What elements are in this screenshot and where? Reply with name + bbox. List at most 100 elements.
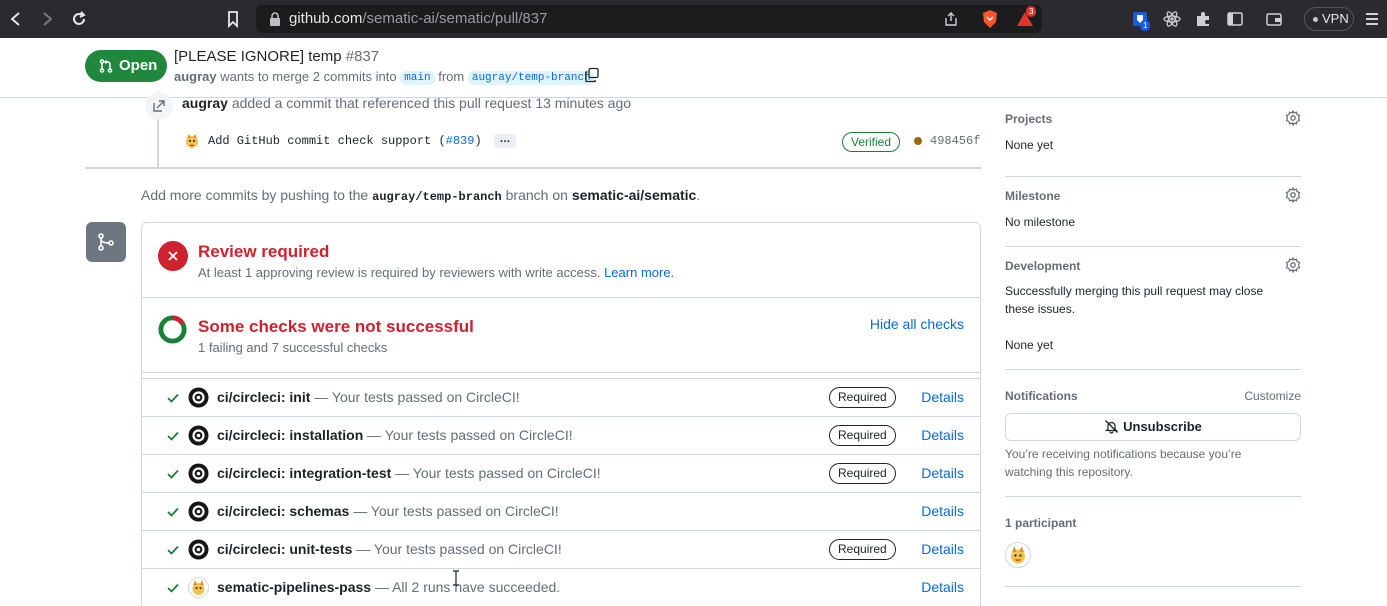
check-details-link[interactable]: Details xyxy=(921,465,964,481)
copy-icon[interactable] xyxy=(584,67,600,83)
merge-status-icon xyxy=(86,222,126,262)
check-icon xyxy=(167,431,179,441)
reload-icon[interactable] xyxy=(69,9,89,29)
check-details-link[interactable]: Details xyxy=(921,389,964,405)
forward-icon[interactable] xyxy=(37,9,57,29)
git-merge-icon xyxy=(98,233,114,251)
check-details-link[interactable]: Details xyxy=(921,427,964,443)
gear-icon[interactable] xyxy=(1285,110,1301,126)
sidebar-participants: 1 participant xyxy=(1005,497,1301,587)
url-text: github.com/sematic-ai/sematic/pull/837 xyxy=(289,10,548,27)
menu-icon[interactable] xyxy=(1362,9,1382,29)
timeline-line xyxy=(157,115,159,167)
check-row-sematic-pipelines: sematic-pipelines-pass — All 2 runs have… xyxy=(142,569,980,606)
gear-icon[interactable] xyxy=(1285,187,1301,203)
timeline-event-text: augray added a commit that referenced th… xyxy=(182,95,631,111)
base-branch-tag[interactable]: main xyxy=(400,71,435,85)
check-details-link[interactable]: Details xyxy=(921,541,964,557)
check-row-unit-tests: ci/circleci: unit-tests — Your tests pas… xyxy=(142,531,980,569)
head-branch-tag[interactable]: augray/temp-branch xyxy=(467,71,595,85)
review-required-title: Review required xyxy=(198,242,330,261)
checks-summary-section: Some checks were not successful 1 failin… xyxy=(142,298,980,373)
circleci-icon xyxy=(188,539,209,560)
check-icon xyxy=(167,507,179,517)
circleci-icon xyxy=(188,501,209,522)
learn-more-link[interactable]: Learn more. xyxy=(604,265,674,280)
check-icon xyxy=(167,583,179,593)
check-description: ci/circleci: schemas — Your tests passed… xyxy=(217,503,559,519)
back-icon[interactable] xyxy=(6,9,26,29)
required-badge: Required xyxy=(829,387,896,408)
brave-shield-icon[interactable] xyxy=(979,8,1001,30)
commit-expand-button[interactable]: … xyxy=(494,134,516,148)
notifications-note: You’re receiving notifications because y… xyxy=(1005,447,1242,479)
event-actor-link[interactable]: augray xyxy=(182,95,228,111)
bitwarden-badge: 1 xyxy=(1140,20,1151,31)
sidebar-toggle-icon[interactable] xyxy=(1225,9,1245,29)
check-row-installation: ci/circleci: installation — Your tests p… xyxy=(142,417,980,455)
commit-issue-link[interactable]: #839 xyxy=(446,134,475,148)
sidebar-development: Development Successfully merging this pu… xyxy=(1005,247,1301,370)
pr-state-label: Open xyxy=(119,57,158,74)
pr-sidebar: Projects None yet Milestone No milestone… xyxy=(1005,98,1301,606)
required-badge: Required xyxy=(829,539,896,560)
check-row-integration-test: ci/circleci: integration-test — Your tes… xyxy=(142,455,980,493)
bitwarden-icon[interactable]: 1 xyxy=(1130,9,1151,31)
browser-toolbar: github.com/sematic-ai/sematic/pull/837 3… xyxy=(0,0,1387,38)
projects-value: None yet xyxy=(1005,138,1054,152)
lock-icon xyxy=(270,12,280,26)
sidebar-projects: Projects None yet xyxy=(1005,98,1301,177)
circleci-icon xyxy=(188,425,209,446)
check-description: ci/circleci: integration-test — Your tes… xyxy=(217,465,601,481)
vpn-button[interactable]: VPN xyxy=(1304,7,1354,31)
event-description: added a commit that referenced this pull… xyxy=(231,95,632,111)
check-description: ci/circleci: unit-tests — Your tests pas… xyxy=(217,541,562,557)
participants-heading: 1 participant xyxy=(1005,516,1077,530)
milestone-heading[interactable]: Milestone xyxy=(1005,189,1060,203)
push-repo-name[interactable]: sematic-ai/sematic xyxy=(572,187,697,203)
customize-link[interactable]: Customize xyxy=(1244,389,1301,403)
required-badge: Required xyxy=(829,463,896,484)
check-row-init: ci/circleci: init — Your tests passed on… xyxy=(142,379,980,417)
check-description: ci/circleci: installation — Your tests p… xyxy=(217,427,573,443)
merge-box: Review required At least 1 approving rev… xyxy=(141,222,981,606)
commit-sha-link[interactable]: 498456f xyxy=(930,134,980,148)
bookmark-icon[interactable] xyxy=(223,9,243,29)
check-description: ci/circleci: init — Your tests passed on… xyxy=(217,389,520,405)
extensions-icon[interactable] xyxy=(1193,9,1213,29)
commit-status-dot[interactable] xyxy=(914,137,922,145)
checks-status-donut-icon xyxy=(158,315,187,344)
development-heading[interactable]: Development xyxy=(1005,259,1080,273)
check-list: ci/circleci: init — Your tests passed on… xyxy=(142,378,980,606)
vpn-status-dot xyxy=(1313,17,1318,22)
react-devtools-icon[interactable] xyxy=(1162,9,1182,29)
circleci-icon xyxy=(188,387,209,408)
commit-message[interactable]: Add GitHub commit check support (#839) xyxy=(208,134,482,148)
rewards-icon[interactable]: 3 xyxy=(1014,6,1037,30)
timeline-divider xyxy=(85,167,981,169)
gear-icon[interactable] xyxy=(1285,257,1301,273)
check-details-link[interactable]: Details xyxy=(921,503,964,519)
unsubscribe-button[interactable]: Unsubscribe xyxy=(1005,413,1301,441)
check-details-link[interactable]: Details xyxy=(921,579,964,595)
projects-heading[interactable]: Projects xyxy=(1005,112,1052,126)
required-badge: Required xyxy=(829,425,896,446)
check-row-schemas: ci/circleci: schemas — Your tests passed… xyxy=(142,493,980,531)
text-cursor-icon xyxy=(453,570,459,586)
hide-all-checks-link[interactable]: Hide all checks xyxy=(870,316,964,332)
x-icon xyxy=(168,251,178,261)
pr-meta: augray wants to merge 2 commits into mai… xyxy=(174,69,595,85)
commit-author-avatar[interactable] xyxy=(184,133,200,149)
sidebar-milestone: Milestone No milestone xyxy=(1005,177,1301,247)
pr-author-link[interactable]: augray xyxy=(174,69,217,84)
participant-avatar[interactable] xyxy=(1005,542,1031,568)
bell-slash-icon xyxy=(1105,420,1119,434)
checks-summary-count: 1 failing and 7 successful checks xyxy=(198,340,388,355)
wallet-icon[interactable] xyxy=(1264,9,1284,29)
address-bar[interactable]: github.com/sematic-ai/sematic/pull/837 xyxy=(256,5,1042,33)
pr-from-word: from xyxy=(438,69,465,84)
check-icon xyxy=(167,393,179,403)
share-icon[interactable] xyxy=(943,11,959,27)
development-note: Successfully merging this pull request m… xyxy=(1005,284,1264,316)
verified-badge[interactable]: Verified xyxy=(842,132,901,152)
